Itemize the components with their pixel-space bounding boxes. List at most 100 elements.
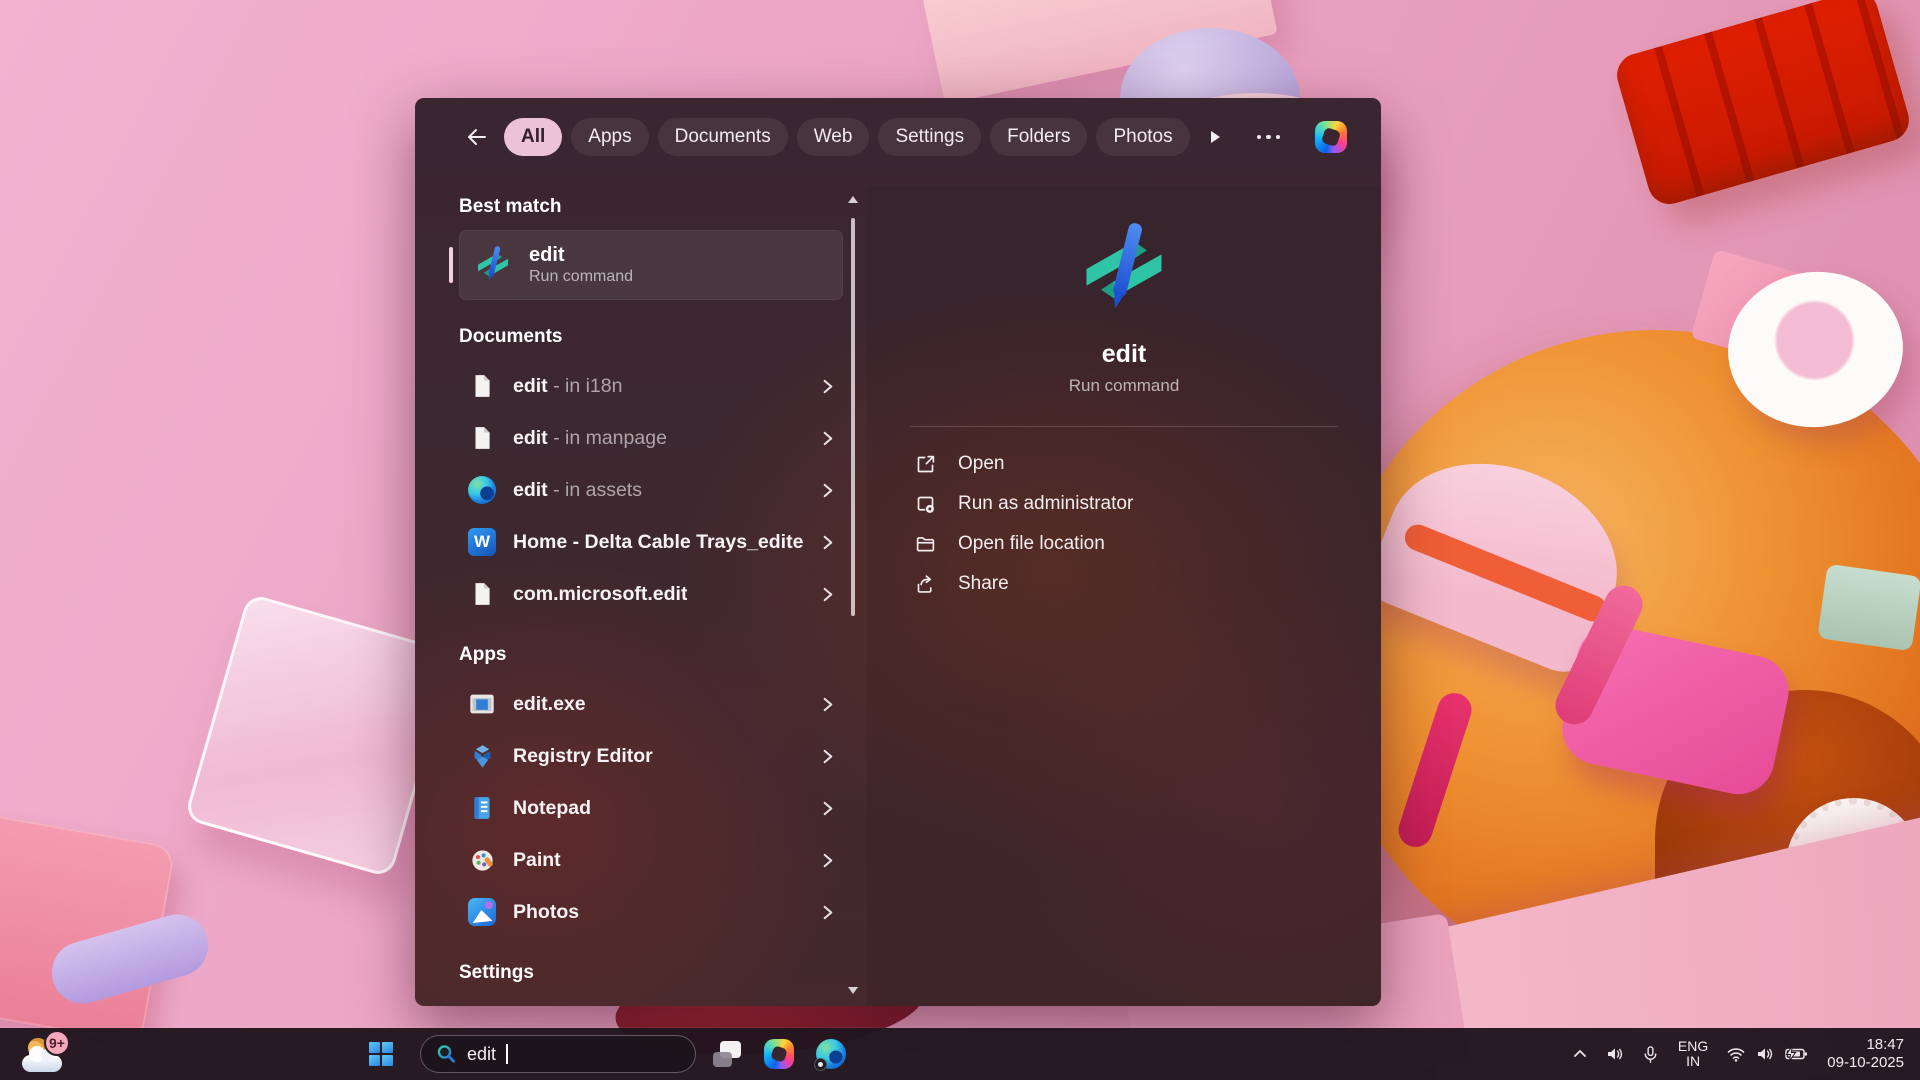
chevron-right-icon[interactable]	[820, 749, 835, 764]
result-secondary: - in assets	[548, 479, 642, 501]
desktop: All Apps Documents Web Settings Folders …	[0, 0, 1920, 1080]
best-match-item[interactable]: edit Run command	[459, 230, 843, 300]
widgets-button[interactable]: 9+	[14, 1031, 106, 1077]
best-match-type: Run command	[529, 268, 633, 286]
hidden-icons-button[interactable]	[1564, 1034, 1596, 1074]
tab-documents[interactable]: Documents	[658, 118, 788, 156]
tab-photos[interactable]: Photos	[1096, 118, 1189, 156]
search-flyout: All Apps Documents Web Settings Folders …	[415, 98, 1381, 1006]
results-list: Best match	[415, 186, 867, 1006]
search-query-text: edit	[467, 1044, 496, 1065]
executable-icon	[467, 689, 497, 719]
result-primary: edit.exe	[513, 693, 586, 715]
edge-icon	[467, 475, 497, 505]
result-primary: Registry Editor	[513, 745, 653, 767]
tray-date: 09-10-2025	[1827, 1054, 1904, 1072]
action-label: Open file location	[958, 533, 1105, 555]
clock[interactable]: 18:47 09-10-2025	[1817, 1034, 1914, 1074]
action-open-file-location[interactable]: Open file location	[910, 524, 1338, 564]
list-item[interactable]: edit - in manpage	[459, 412, 843, 464]
result-primary: edit	[513, 479, 548, 501]
task-view-icon	[713, 1041, 741, 1067]
notepad-icon	[467, 793, 497, 823]
section-best-match: Best match	[459, 196, 843, 218]
tab-all[interactable]: All	[504, 118, 562, 156]
share-icon	[913, 572, 937, 596]
preview-subtitle: Run command	[1069, 376, 1180, 396]
decor-pillow	[1612, 0, 1914, 209]
scrollbar[interactable]	[847, 196, 859, 994]
chevron-right-icon[interactable]	[820, 431, 835, 446]
speaker-icon	[1605, 1044, 1625, 1064]
chevron-right-icon[interactable]	[820, 801, 835, 816]
action-run-as-administrator[interactable]: Run as administrator	[910, 484, 1338, 524]
section-settings: Settings	[459, 962, 843, 984]
edge-icon	[816, 1039, 846, 1069]
selection-accent-bar	[449, 247, 453, 283]
list-item[interactable]: edit.exe	[459, 678, 843, 730]
result-secondary: - in i18n	[548, 375, 623, 397]
app-volume-tray-button[interactable]	[1598, 1034, 1632, 1074]
list-item[interactable]: edit - in assets	[459, 464, 843, 516]
list-item[interactable]: Registry Editor	[459, 730, 843, 782]
language-switcher[interactable]: ENG IN	[1669, 1034, 1717, 1074]
task-view-button[interactable]	[704, 1031, 750, 1077]
action-open[interactable]: Open	[910, 444, 1338, 484]
chevron-right-icon[interactable]	[820, 587, 835, 602]
divider	[910, 426, 1338, 427]
result-primary: edit	[513, 427, 548, 449]
copilot-taskbar-button[interactable]	[756, 1031, 802, 1077]
result-primary: Home - Delta Cable Trays_edited	[513, 531, 804, 553]
chevron-right-icon[interactable]	[820, 379, 835, 394]
list-item[interactable]: edit - in i18n	[459, 360, 843, 412]
list-item[interactable]: Edit power plan	[459, 996, 843, 1006]
result-primary: Paint	[513, 849, 561, 871]
photos-icon	[467, 897, 497, 927]
scroll-up-icon[interactable]	[848, 196, 858, 203]
decor-mint-cube	[1817, 564, 1920, 651]
admin-shield-icon	[913, 492, 937, 516]
tab-settings[interactable]: Settings	[878, 118, 981, 156]
more-filters-button[interactable]	[1199, 119, 1231, 155]
folder-icon	[913, 532, 937, 556]
taskbar-search-input[interactable]: edit	[420, 1035, 696, 1073]
back-button[interactable]	[459, 119, 495, 155]
action-share[interactable]: Share	[910, 564, 1338, 604]
chevron-right-icon[interactable]	[820, 535, 835, 550]
edit-app-icon-large	[1074, 220, 1174, 320]
chevron-right-icon[interactable]	[820, 483, 835, 498]
best-match-name: edit	[529, 244, 633, 266]
list-item[interactable]: Paint	[459, 834, 843, 886]
document-icon	[467, 423, 497, 453]
result-primary: Notepad	[513, 797, 591, 819]
list-item[interactable]: W Home - Delta Cable Trays_edited	[459, 516, 843, 568]
open-icon	[913, 452, 937, 476]
options-menu-button[interactable]	[1257, 135, 1281, 140]
start-button[interactable]	[358, 1031, 404, 1077]
list-item[interactable]: Photos	[459, 886, 843, 938]
chevron-right-icon[interactable]	[820, 853, 835, 868]
tab-web[interactable]: Web	[797, 118, 870, 156]
scroll-down-icon[interactable]	[848, 987, 858, 994]
chevron-right-icon[interactable]	[820, 905, 835, 920]
edge-taskbar-button[interactable]	[808, 1031, 854, 1077]
tab-folders[interactable]: Folders	[990, 118, 1087, 156]
chevron-right-icon[interactable]	[820, 697, 835, 712]
document-icon	[467, 579, 497, 609]
section-apps: Apps	[459, 644, 843, 666]
list-item[interactable]: Notepad	[459, 782, 843, 834]
microphone-tray-button[interactable]	[1634, 1034, 1667, 1074]
copilot-icon[interactable]	[1315, 121, 1347, 153]
profile-badge-icon	[814, 1058, 827, 1071]
copilot-icon	[764, 1039, 794, 1069]
tab-apps[interactable]: Apps	[571, 118, 648, 156]
quick-settings-button[interactable]	[1719, 1034, 1815, 1074]
language-line2: IN	[1686, 1054, 1700, 1069]
search-icon	[435, 1043, 457, 1065]
action-label: Share	[958, 573, 1009, 595]
scrollbar-thumb[interactable]	[851, 218, 855, 616]
document-icon	[467, 371, 497, 401]
chevron-up-icon	[1571, 1045, 1589, 1063]
list-item[interactable]: com.microsoft.edit	[459, 568, 843, 620]
paint-icon	[467, 845, 497, 875]
